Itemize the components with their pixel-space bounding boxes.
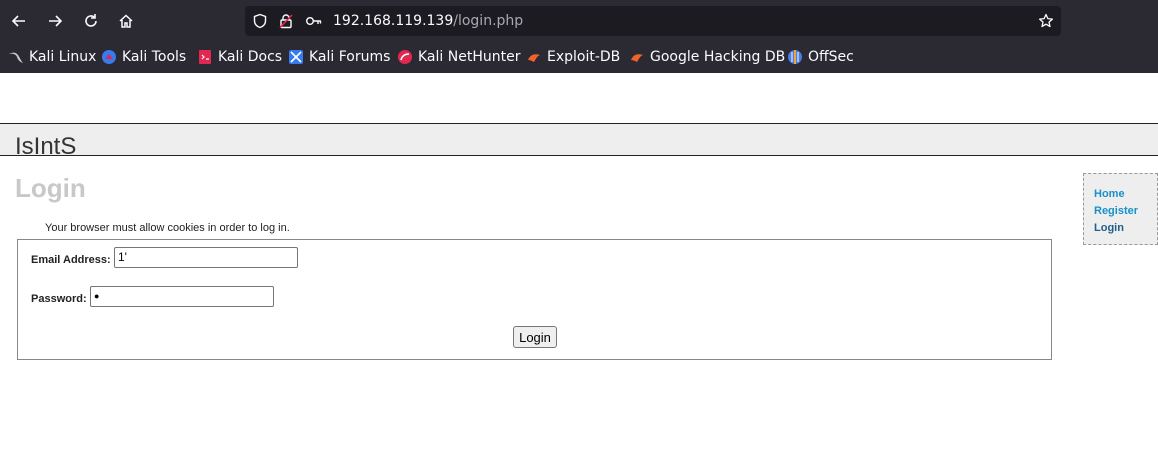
page-content: IsIntS Login Your browser must allow coo…	[0, 73, 1158, 456]
bookmark-google-hacking-db[interactable]: Google Hacking DB	[629, 48, 785, 66]
back-arrow-icon[interactable]	[5, 7, 33, 35]
url-host: 192.168.119.139	[333, 13, 454, 29]
url-path: /login.php	[453, 13, 524, 29]
bookmark-label: OffSec	[808, 49, 854, 65]
email-field[interactable]: 1'	[114, 247, 298, 268]
url-bar[interactable]: 192.168.119.139/login.php	[245, 6, 1061, 36]
email-label: Email Address:	[31, 254, 111, 266]
kali-docs-icon	[197, 49, 213, 65]
key-icon[interactable]	[305, 12, 323, 30]
login-button[interactable]: Login	[513, 326, 557, 348]
bookmark-exploit-db[interactable]: Exploit-DB	[526, 48, 620, 66]
bookmark-kali-nethunter[interactable]: Kali NetHunter	[397, 48, 520, 66]
kali-nethunter-icon	[397, 49, 413, 65]
shield-icon[interactable]	[251, 12, 269, 30]
kali-forums-icon	[288, 49, 304, 65]
offsec-icon	[787, 49, 803, 65]
kali-dragon-icon	[8, 49, 24, 65]
page-title: Login	[15, 173, 86, 203]
bookmark-star-icon[interactable]	[1037, 12, 1055, 30]
bookmark-kali-linux[interactable]: Kali Linux	[8, 48, 96, 66]
bookmark-label: Kali Forums	[309, 49, 391, 65]
reload-icon[interactable]	[77, 7, 105, 35]
password-field[interactable]: ●	[90, 286, 274, 307]
bookmark-label: Kali NetHunter	[418, 49, 521, 65]
site-header-band	[0, 123, 1158, 156]
bookmark-label: Kali Docs	[218, 49, 283, 65]
bookmark-kali-docs[interactable]: Kali Docs	[197, 48, 282, 66]
password-label: Password:	[31, 293, 87, 305]
login-form: Email Address: 1' Password: ● Login	[17, 239, 1052, 360]
kali-tools-icon	[101, 49, 117, 65]
bookmark-offsec[interactable]: OffSec	[787, 48, 854, 66]
sidebar-item-login[interactable]: Login	[1094, 220, 1157, 237]
site-title: IsIntS	[15, 133, 77, 160]
bookmark-label: Google Hacking DB	[650, 49, 786, 65]
url-text[interactable]: 192.168.119.139/login.php	[333, 12, 523, 30]
home-icon[interactable]	[112, 7, 140, 35]
insecure-lock-icon[interactable]	[277, 12, 295, 30]
ghdb-icon	[629, 49, 645, 65]
sidebar-item-register[interactable]: Register	[1094, 203, 1157, 220]
bookmarks-toolbar: Kali Linux Kali Tools Kali Docs Kali For…	[0, 42, 1158, 73]
browser-toolbar: 192.168.119.139/login.php	[0, 0, 1158, 42]
sidebar-nav: Home Register Login	[1083, 173, 1158, 245]
bookmark-label: Kali Tools	[122, 49, 187, 65]
bookmark-kali-forums[interactable]: Kali Forums	[288, 48, 390, 66]
exploit-db-icon	[526, 49, 542, 65]
bookmark-kali-tools[interactable]: Kali Tools	[101, 48, 186, 66]
bookmark-label: Exploit-DB	[547, 49, 621, 65]
forward-arrow-icon[interactable]	[41, 7, 69, 35]
cookie-notice: Your browser must allow cookies in order…	[45, 222, 290, 234]
sidebar-item-home[interactable]: Home	[1094, 186, 1157, 203]
bookmark-label: Kali Linux	[29, 49, 97, 65]
